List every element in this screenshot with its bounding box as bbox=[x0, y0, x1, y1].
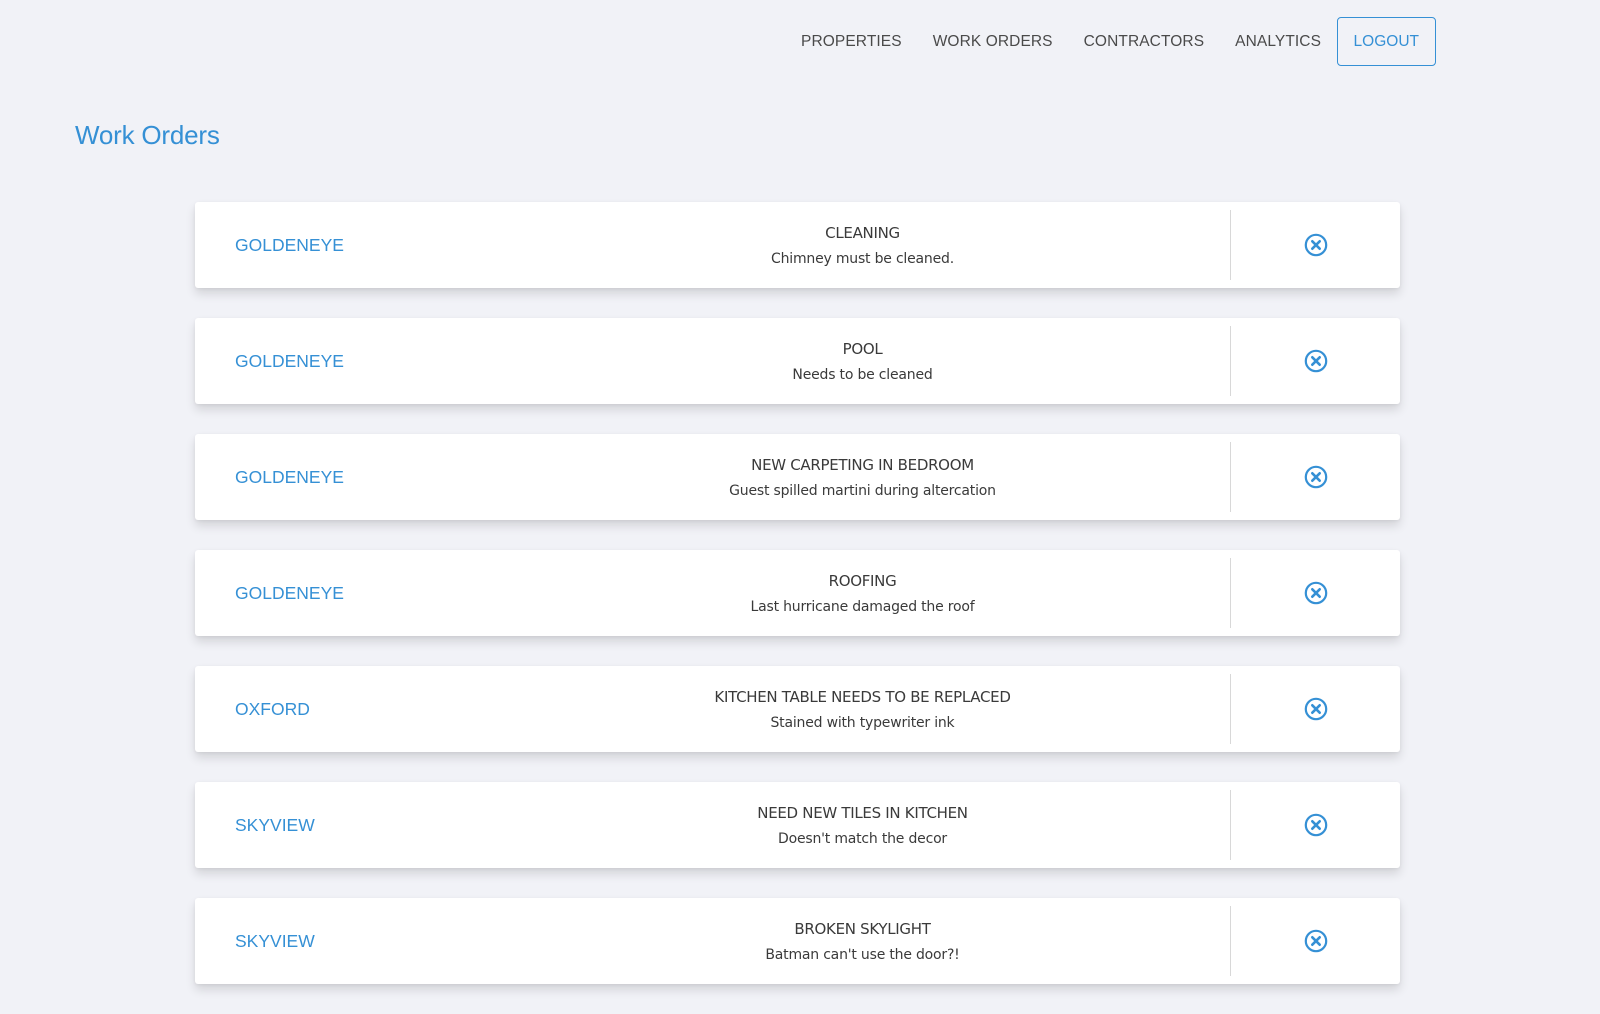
property-link[interactable]: GOLDENEYE bbox=[195, 351, 495, 372]
work-order-details: NEED NEW TILES IN KITCHEN Doesn't match … bbox=[495, 803, 1230, 848]
action-cell bbox=[1231, 348, 1400, 374]
circle-x-icon bbox=[1304, 233, 1327, 257]
action-cell bbox=[1231, 580, 1400, 606]
nav-work-orders[interactable]: WORK ORDERS bbox=[917, 17, 1068, 66]
action-cell bbox=[1231, 696, 1400, 722]
work-order-details: NEW CARPETING IN BEDROOM Guest spilled m… bbox=[495, 455, 1230, 500]
work-order-title: CLEANING bbox=[825, 223, 900, 242]
delete-work-order-button[interactable] bbox=[1303, 696, 1329, 722]
delete-work-order-button[interactable] bbox=[1303, 928, 1329, 954]
circle-x-icon bbox=[1304, 581, 1327, 605]
work-order-card: GOLDENEYE POOL Needs to be cleaned bbox=[195, 318, 1400, 404]
property-link[interactable]: OXFORD bbox=[195, 699, 495, 720]
property-link[interactable]: SKYVIEW bbox=[195, 931, 495, 952]
circle-x-icon bbox=[1304, 697, 1327, 721]
action-cell bbox=[1231, 464, 1400, 490]
property-link[interactable]: GOLDENEYE bbox=[195, 235, 495, 256]
work-order-title: POOL bbox=[842, 339, 883, 358]
circle-x-icon bbox=[1304, 813, 1327, 837]
delete-work-order-button[interactable] bbox=[1303, 464, 1329, 490]
work-order-card: GOLDENEYE ROOFING Last hurricane damaged… bbox=[195, 550, 1400, 636]
property-link[interactable]: SKYVIEW bbox=[195, 815, 495, 836]
work-order-details: CLEANING Chimney must be cleaned. bbox=[495, 223, 1230, 268]
nav-analytics[interactable]: ANALYTICS bbox=[1220, 17, 1337, 66]
nav-properties[interactable]: PROPERTIES bbox=[786, 17, 918, 66]
work-order-title: BROKEN SKYLIGHT bbox=[794, 919, 931, 938]
work-order-card: GOLDENEYE NEW CARPETING IN BEDROOM Guest… bbox=[195, 434, 1400, 520]
circle-x-icon bbox=[1304, 349, 1327, 373]
work-order-description: Last hurricane damaged the roof bbox=[750, 598, 975, 615]
nav-contractors[interactable]: CONTRACTORS bbox=[1068, 17, 1220, 66]
work-order-card: SKYVIEW BROKEN SKYLIGHT Batman can't use… bbox=[195, 898, 1400, 984]
top-navigation: PROPERTIES WORK ORDERS CONTRACTORS ANALY… bbox=[786, 17, 1436, 66]
action-cell bbox=[1231, 812, 1400, 838]
work-order-description: Needs to be cleaned bbox=[792, 366, 933, 383]
work-order-title: NEW CARPETING IN BEDROOM bbox=[751, 455, 974, 474]
work-order-description: Guest spilled martini during altercation bbox=[729, 482, 996, 499]
delete-work-order-button[interactable] bbox=[1303, 232, 1329, 258]
work-order-card: GOLDENEYE CLEANING Chimney must be clean… bbox=[195, 202, 1400, 288]
work-orders-list: GOLDENEYE CLEANING Chimney must be clean… bbox=[195, 202, 1400, 1014]
work-order-details: BROKEN SKYLIGHT Batman can't use the doo… bbox=[495, 919, 1230, 964]
action-cell bbox=[1231, 232, 1400, 258]
work-order-description: Doesn't match the decor bbox=[778, 830, 947, 847]
work-order-card: SKYVIEW NEED NEW TILES IN KITCHEN Doesn'… bbox=[195, 782, 1400, 868]
work-order-description: Chimney must be cleaned. bbox=[771, 250, 954, 267]
delete-work-order-button[interactable] bbox=[1303, 812, 1329, 838]
property-link[interactable]: GOLDENEYE bbox=[195, 467, 495, 488]
circle-x-icon bbox=[1304, 465, 1327, 489]
work-order-details: POOL Needs to be cleaned bbox=[495, 339, 1230, 384]
work-order-title: NEED NEW TILES IN KITCHEN bbox=[757, 803, 968, 822]
work-order-description: Batman can't use the door?! bbox=[765, 946, 960, 963]
work-order-title: ROOFING bbox=[828, 571, 897, 590]
page-title: Work Orders bbox=[75, 120, 220, 150]
property-link[interactable]: GOLDENEYE bbox=[195, 583, 495, 604]
work-order-description: Stained with typewriter ink bbox=[770, 714, 955, 731]
delete-work-order-button[interactable] bbox=[1303, 348, 1329, 374]
work-order-details: KITCHEN TABLE NEEDS TO BE REPLACED Stain… bbox=[495, 687, 1230, 732]
logout-button[interactable]: LOGOUT bbox=[1336, 17, 1436, 66]
circle-x-icon bbox=[1304, 929, 1327, 953]
work-order-title: KITCHEN TABLE NEEDS TO BE REPLACED bbox=[714, 687, 1011, 706]
work-order-card: OXFORD KITCHEN TABLE NEEDS TO BE REPLACE… bbox=[195, 666, 1400, 752]
work-order-details: ROOFING Last hurricane damaged the roof bbox=[495, 571, 1230, 616]
action-cell bbox=[1231, 928, 1400, 954]
delete-work-order-button[interactable] bbox=[1303, 580, 1329, 606]
